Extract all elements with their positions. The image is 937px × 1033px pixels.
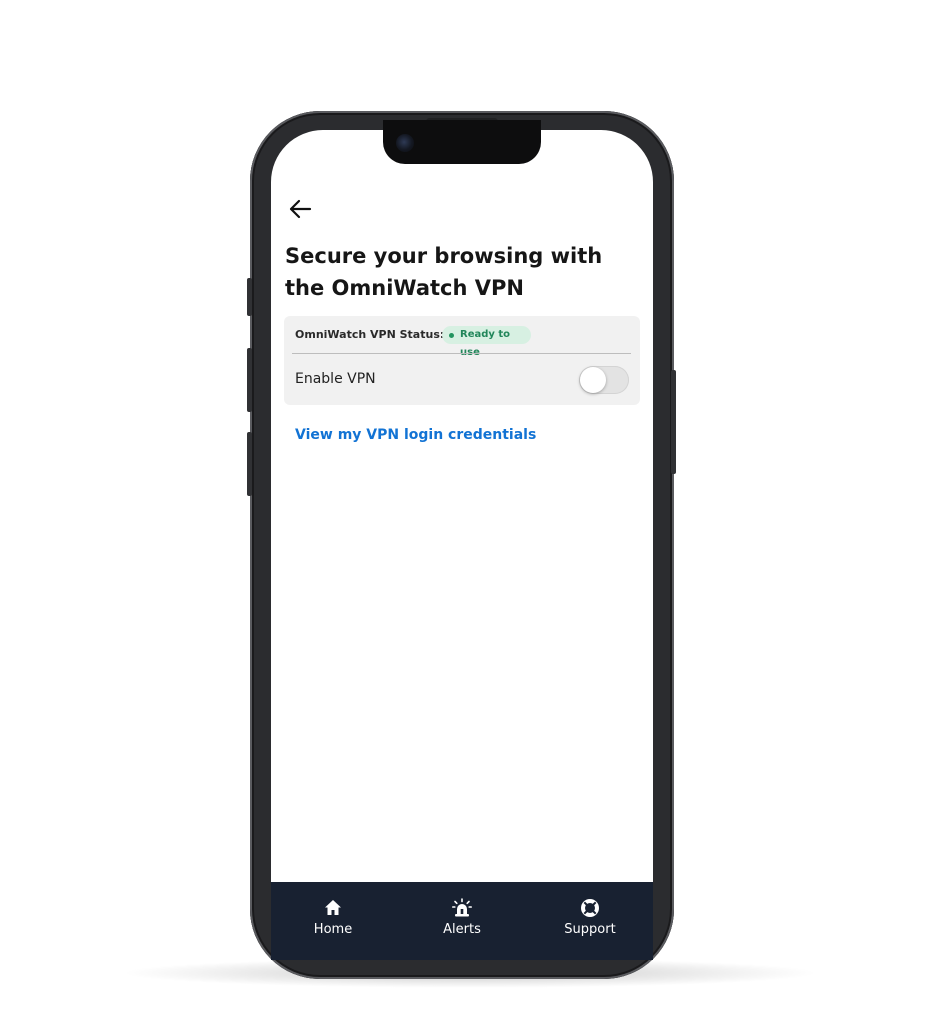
volume-up-button: [247, 348, 252, 412]
lifebuoy-icon: [581, 899, 599, 917]
power-button: [671, 370, 676, 474]
status-badge-text: Ready to use: [460, 329, 511, 358]
toggle-knob: [580, 367, 606, 393]
home-icon: [325, 900, 341, 915]
arrow-left-icon: [289, 199, 312, 219]
siren-icon: [452, 898, 472, 917]
nav-item-support[interactable]: Support: [540, 882, 640, 952]
page-title: Secure your browsing with the OmniWatch …: [285, 244, 603, 300]
nav-label-home: Home: [313, 922, 353, 937]
view-credentials-link[interactable]: View my VPN login credentials: [295, 427, 536, 443]
vpn-status-label: OmniWatch VPN Status:: [295, 328, 445, 341]
back-button[interactable]: [288, 198, 312, 220]
status-badge: Ready to use: [442, 326, 531, 358]
nav-item-alerts[interactable]: Alerts: [412, 882, 512, 952]
front-camera: [396, 134, 414, 152]
enable-vpn-label: Enable VPN: [295, 371, 376, 387]
volume-down-button: [247, 432, 252, 496]
mute-switch: [247, 278, 252, 316]
status-dot-icon: [449, 333, 454, 338]
enable-vpn-toggle[interactable]: [579, 366, 629, 394]
nav-item-home[interactable]: Home: [283, 882, 383, 952]
bottom-nav: Home Alerts Support: [271, 882, 653, 960]
nav-label-alerts: Alerts: [443, 922, 481, 937]
card-divider: [292, 353, 631, 354]
nav-label-support: Support: [564, 922, 616, 937]
